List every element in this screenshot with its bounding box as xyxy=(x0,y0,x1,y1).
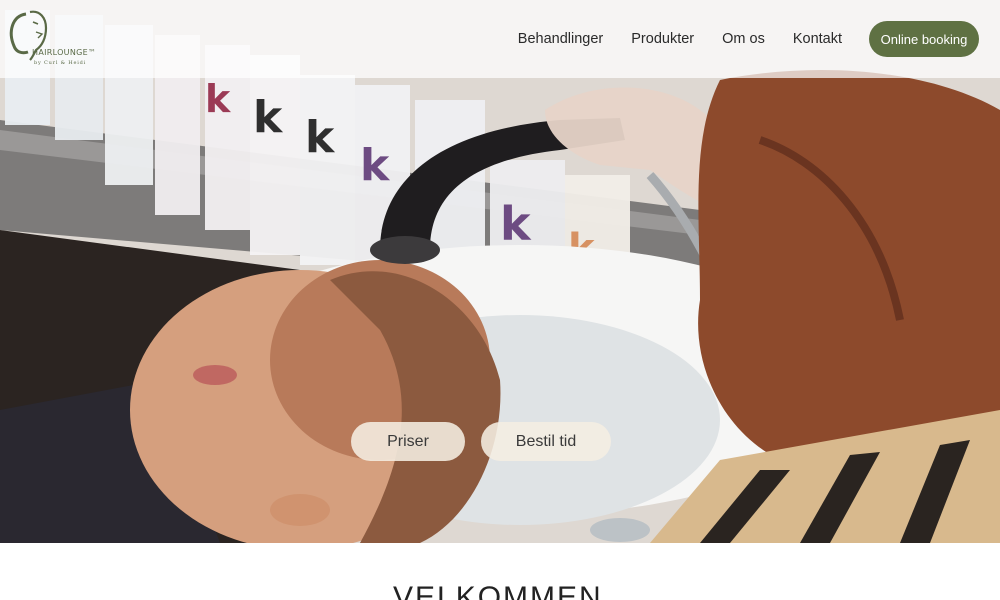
hero-image: k k k k k k Priser Besti xyxy=(0,0,1000,543)
welcome-section: VELKOMMEN xyxy=(0,543,1000,600)
book-appointment-button[interactable]: Bestil tid xyxy=(481,422,611,461)
svg-text:k: k xyxy=(305,112,336,163)
nav-item-kontakt[interactable]: Kontakt xyxy=(793,31,842,47)
svg-text:k: k xyxy=(205,77,231,121)
welcome-heading: VELKOMMEN xyxy=(393,581,603,600)
nav-item-behandlinger[interactable]: Behandlinger xyxy=(518,31,603,47)
site-header: HAIRLOUNGE™ by Curl & Heidi Behandlinger… xyxy=(0,0,1000,78)
prices-button[interactable]: Priser xyxy=(351,422,465,461)
logo[interactable]: HAIRLOUNGE™ by Curl & Heidi xyxy=(6,8,96,68)
logo-tagline: by Curl & Heidi xyxy=(34,60,86,66)
logo-face-icon xyxy=(9,10,48,61)
salon-photo: k k k k k k xyxy=(0,0,1000,543)
svg-text:k: k xyxy=(500,197,532,251)
online-booking-button[interactable]: Online booking xyxy=(869,21,979,57)
svg-text:k: k xyxy=(253,92,284,143)
main-nav: Behandlinger Produkter Om os Kontakt xyxy=(518,0,842,78)
nav-item-om-os[interactable]: Om os xyxy=(722,31,765,47)
logo-brand: HAIRLOUNGE™ xyxy=(32,48,97,57)
nav-item-produkter[interactable]: Produkter xyxy=(631,31,694,47)
svg-text:k: k xyxy=(360,140,391,191)
